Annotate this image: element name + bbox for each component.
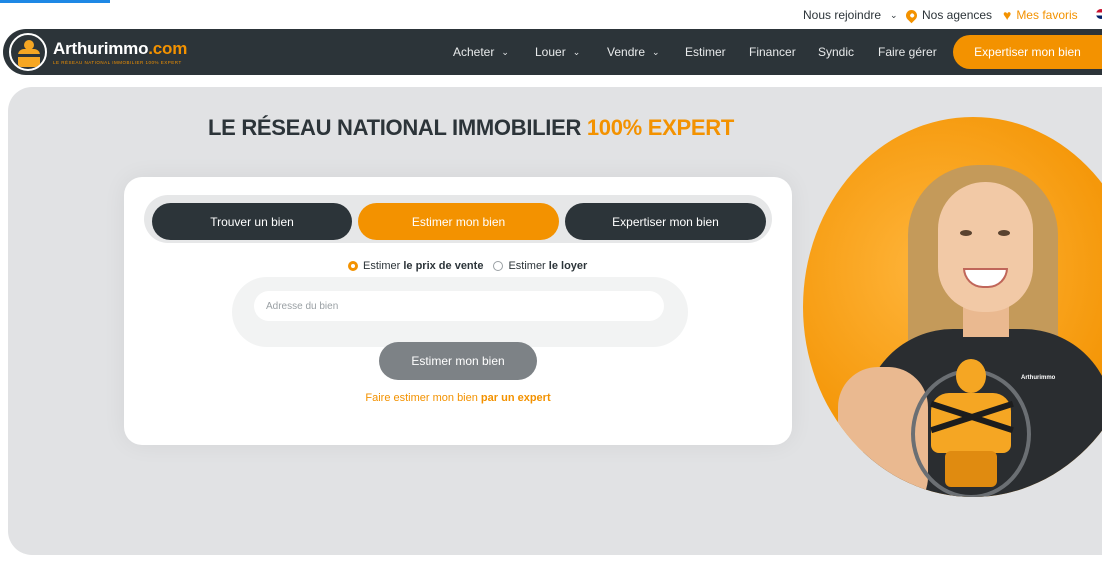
- shirt-logo: Arthurimmo: [1021, 375, 1056, 381]
- radio-sale-label[interactable]: Estimer le prix de vente: [363, 260, 483, 272]
- chevron-down-icon: ⌄: [890, 9, 898, 20]
- search-tabs: Trouver un bien Estimer mon bien Experti…: [144, 195, 772, 243]
- address-field-wrapper: [232, 277, 688, 347]
- nav-item-acheter[interactable]: Acheter ⌄: [453, 45, 509, 59]
- nav-item-estimer[interactable]: Estimer: [685, 45, 726, 59]
- uk-flag-icon[interactable]: [1096, 9, 1102, 19]
- nav-item-label: Faire gérer: [878, 45, 937, 59]
- search-card: Trouver un bien Estimer mon bien Experti…: [124, 177, 792, 445]
- tab-estimer[interactable]: Estimer mon bien: [358, 203, 559, 240]
- favorites-link[interactable]: ♥ Mes favoris: [1003, 8, 1078, 22]
- join-us-menu[interactable]: Nous rejoindre ⌄: [803, 8, 898, 22]
- radio-rent-label[interactable]: Estimer le loyer: [508, 260, 587, 272]
- agencies-label: Nos agences: [922, 8, 993, 22]
- nav-item-financer[interactable]: Financer: [749, 45, 796, 59]
- arthurimmo-logo-icon: [9, 33, 47, 71]
- nav-item-faire-gerer[interactable]: Faire gérer: [878, 45, 937, 59]
- nav-item-louer[interactable]: Louer ⌄: [535, 45, 580, 59]
- location-pin-icon: [903, 7, 920, 23]
- top-utility-bar: Nous rejoindre ⌄ Nos agences ♥ Mes favor…: [0, 0, 1102, 30]
- expertiser-cta-button[interactable]: Expertiser mon bien: [953, 35, 1102, 69]
- nav-item-label: Louer: [535, 45, 566, 59]
- agent-portrait-image: Arthurimmo: [803, 117, 1102, 497]
- radio-sale-price[interactable]: [348, 261, 358, 271]
- nav-item-label: Financer: [749, 45, 796, 59]
- chevron-down-icon: ⌄: [501, 46, 509, 57]
- radio-rent[interactable]: [493, 261, 504, 271]
- chevron-down-icon: ⌄: [652, 46, 660, 57]
- address-input[interactable]: [254, 291, 664, 321]
- expert-estimate-link[interactable]: Faire estimer mon bien par un expert: [124, 392, 792, 404]
- heart-icon: ♥: [1003, 7, 1012, 23]
- agencies-link[interactable]: Nos agences: [903, 7, 993, 23]
- nav-item-label: Vendre: [607, 45, 646, 59]
- brand-name: Arthurimmo.com: [53, 39, 188, 58]
- hero-section: LE RÉSEAU NATIONAL IMMOBILIER 100% EXPER…: [8, 87, 1102, 555]
- brand-logo[interactable]: Arthurimmo.com LE RÉSEAU NATIONAL IMMOBI…: [9, 33, 187, 71]
- nav-item-syndic[interactable]: Syndic: [818, 45, 854, 59]
- main-navbar: Arthurimmo.com LE RÉSEAU NATIONAL IMMOBI…: [3, 29, 1102, 75]
- nav-item-label: Estimer: [685, 45, 726, 59]
- nav-item-label: Syndic: [818, 45, 855, 59]
- join-us-label: Nous rejoindre: [803, 8, 882, 22]
- tab-expertiser[interactable]: Expertiser mon bien: [565, 203, 766, 240]
- hero-title: LE RÉSEAU NATIONAL IMMOBILIER 100% EXPER…: [208, 115, 734, 140]
- estimate-submit-button[interactable]: Estimer mon bien: [379, 342, 537, 380]
- chevron-down-icon: ⌄: [572, 46, 581, 57]
- nav-item-vendre[interactable]: Vendre ⌄: [607, 45, 660, 59]
- favorites-label: Mes favoris: [1016, 8, 1078, 22]
- tab-trouver[interactable]: Trouver un bien: [152, 203, 352, 240]
- arthurimmo-mascot-icon: [911, 359, 1031, 497]
- nav-item-label: Acheter: [453, 45, 495, 59]
- brand-tagline: LE RÉSEAU NATIONAL IMMOBILIER 100% EXPER…: [53, 60, 182, 65]
- estimate-type-radios: Estimer le prix de vente Estimer le loye…: [348, 260, 587, 272]
